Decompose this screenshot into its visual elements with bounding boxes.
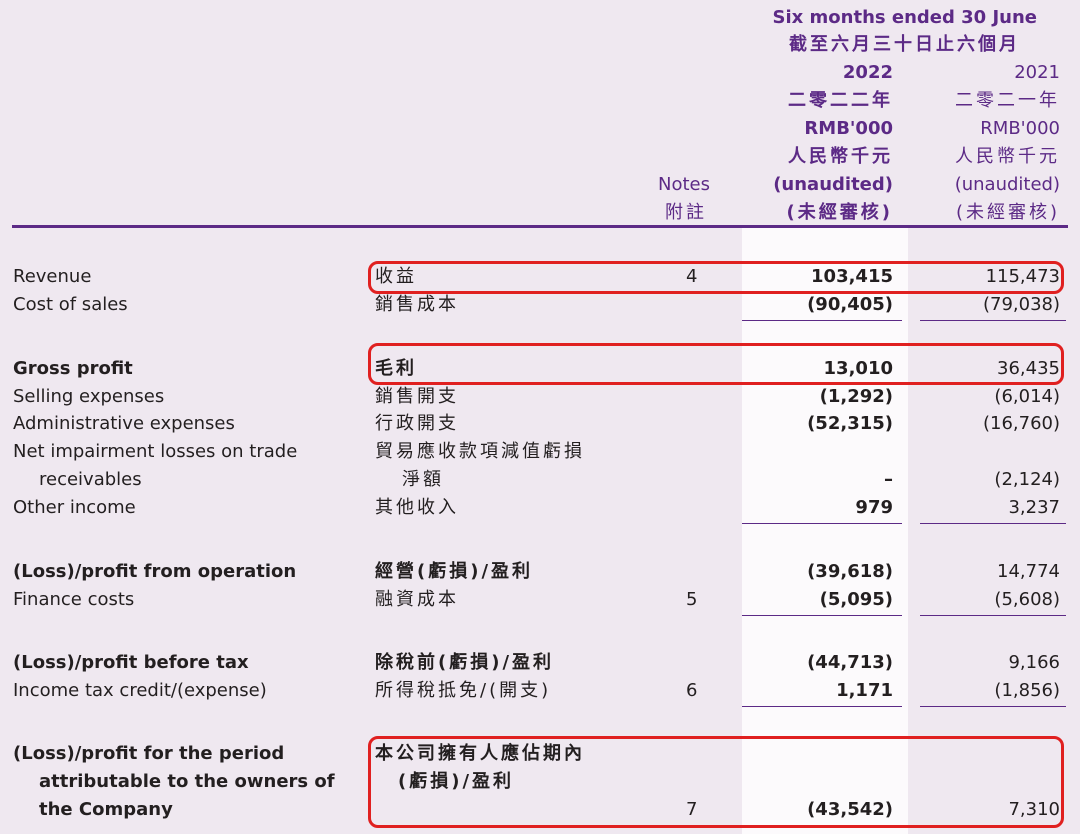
period-heading-zh: 截至六月三十日止六個月 — [789, 34, 1020, 55]
audit-2021-zh: (未經審核) — [955, 202, 1060, 223]
cost-of-sales-2022: (90,405) — [807, 294, 893, 315]
impairment-2022: – — [884, 469, 893, 490]
before-tax-2021: 9,166 — [1008, 652, 1060, 673]
subtotal-rule-2021 — [920, 615, 1066, 616]
admin-expenses-2022: (52,315) — [807, 413, 893, 434]
revenue-label: Revenue — [13, 266, 92, 287]
gross-profit-label: Gross profit — [13, 358, 133, 379]
selling-expenses-label: Selling expenses — [13, 386, 165, 407]
header-rule — [12, 225, 1068, 228]
operation-2021: 14,774 — [997, 561, 1060, 582]
operation-label: (Loss)/profit from operation — [13, 561, 297, 582]
operation-2022: (39,618) — [807, 561, 893, 582]
cost-of-sales-2021: (79,038) — [982, 294, 1060, 315]
subtotal-rule-2021 — [920, 706, 1066, 707]
subtotal-rule-2021 — [920, 523, 1066, 524]
subtotal-rule-2022 — [742, 523, 902, 524]
notes-heading: Notes — [658, 174, 710, 195]
income-tax-2021: (1,856) — [994, 680, 1060, 701]
period-label-line1: (Loss)/profit for the period — [13, 743, 285, 764]
period-label-line2: attributable to the owners of — [39, 771, 335, 792]
finance-costs-label: Finance costs — [13, 589, 135, 610]
income-tax-note: 6 — [686, 680, 698, 701]
selling-expenses-label-zh: 銷售開支 — [375, 386, 459, 407]
income-tax-label: Income tax credit/(expense) — [13, 680, 267, 701]
selling-expenses-2021: (6,014) — [994, 386, 1060, 407]
unit-2021: RMB'000 — [980, 118, 1060, 139]
impairment-label-zh-line1: 貿易應收款項減值虧損 — [375, 441, 585, 462]
revenue-highlight-box — [368, 261, 1064, 294]
selling-expenses-2022: (1,292) — [819, 386, 893, 407]
notes-heading-zh: 附註 — [665, 202, 707, 223]
subtotal-rule-2021 — [920, 320, 1066, 321]
impairment-label-line2: receivables — [39, 469, 142, 490]
gross-profit-highlight-box — [368, 343, 1064, 385]
subtotal-rule-2022 — [742, 706, 902, 707]
subtotal-rule-2022 — [742, 615, 902, 616]
audit-2022: (unaudited) — [773, 174, 893, 195]
admin-expenses-2021: (16,760) — [982, 413, 1060, 434]
year-2022-zh: 二零二二年 — [788, 90, 893, 111]
operation-label-zh: 經營(虧損)/盈利 — [375, 561, 534, 582]
period-heading-en: Six months ended 30 June — [772, 7, 1037, 28]
other-income-2021: 3,237 — [1008, 497, 1060, 518]
impairment-label-line1: Net impairment losses on trade — [13, 441, 298, 462]
audit-2021: (unaudited) — [954, 174, 1060, 195]
before-tax-label: (Loss)/profit before tax — [13, 652, 249, 673]
cost-of-sales-label: Cost of sales — [13, 294, 128, 315]
unit-2022-zh: 人民幣千元 — [788, 146, 893, 167]
finance-costs-2021: (5,608) — [994, 589, 1060, 610]
unit-2021-zh: 人民幣千元 — [955, 146, 1060, 167]
before-tax-2022: (44,713) — [807, 652, 893, 673]
period-result-highlight-box — [368, 736, 1064, 828]
finance-costs-2022: (5,095) — [819, 589, 893, 610]
finance-costs-label-zh: 融資成本 — [375, 589, 459, 610]
unit-2022: RMB'000 — [804, 118, 893, 139]
impairment-label-zh-line2: 淨額 — [402, 469, 444, 490]
period-label-line3: the Company — [39, 799, 173, 820]
subtotal-rule-2022 — [742, 320, 902, 321]
other-income-label: Other income — [13, 497, 136, 518]
audit-2022-zh: (未經審核) — [786, 202, 893, 223]
income-tax-label-zh: 所得稅抵免/(開支) — [375, 680, 552, 701]
income-tax-2022: 1,171 — [836, 680, 893, 701]
admin-expenses-label: Administrative expenses — [13, 413, 235, 434]
admin-expenses-label-zh: 行政開支 — [375, 413, 459, 434]
other-income-2022: 979 — [855, 497, 893, 518]
impairment-2021: (2,124) — [994, 469, 1060, 490]
year-2021: 2021 — [1014, 62, 1060, 83]
year-2022: 2022 — [842, 62, 893, 83]
cost-of-sales-label-zh: 銷售成本 — [375, 294, 459, 315]
finance-costs-note: 5 — [686, 589, 698, 610]
other-income-label-zh: 其他收入 — [375, 497, 459, 518]
year-2021-zh: 二零二一年 — [955, 90, 1060, 111]
before-tax-label-zh: 除稅前(虧損)/盈利 — [375, 652, 555, 673]
